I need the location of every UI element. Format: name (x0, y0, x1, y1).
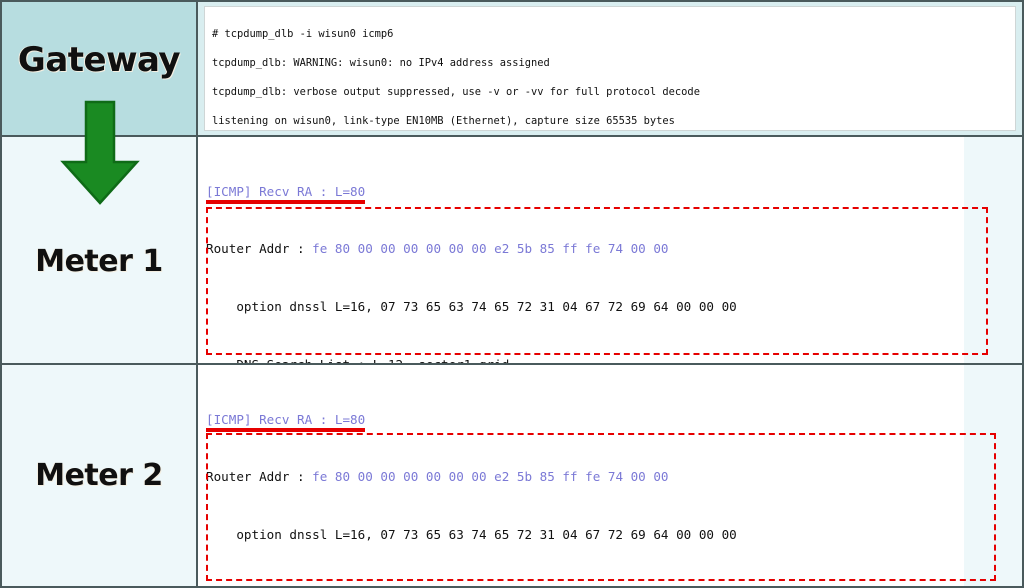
meter1-row: Meter 1 [ICMP] Recv RA : L=80 Router Add… (0, 137, 1024, 365)
meter2-label: Meter 2 (35, 458, 163, 493)
meter2-row: Meter 2 [ICMP] Recv RA : L=80 Router Add… (0, 365, 1024, 588)
meter2-icmp-header: [ICMP] Recv RA : L=80 (206, 410, 366, 433)
meter1-annotation-box (206, 207, 988, 355)
terminal-line: # tcpdump_dlb -i wisun0 icmp6 (212, 27, 394, 40)
meter1-router-addr-label: Router Addr : (206, 241, 313, 257)
meter1-router-addr-hex: fe 80 00 00 00 00 00 00 e2 5b 85 ff fe 7… (312, 241, 669, 257)
gateway-row: Gateway # tcpdump_dlb -i wisun0 icmp6 tc… (0, 0, 1024, 137)
meter1-dns-search-list: DNS Search List : L=12, secter1.grid (206, 355, 964, 363)
meter2-router-addr-line: Router Addr : fe 80 00 00 00 00 00 00 e2… (206, 467, 964, 486)
terminal-line: tcpdump_dlb: WARNING: wisun0: no IPv4 ad… (212, 56, 550, 69)
gateway-content-cell: # tcpdump_dlb -i wisun0 icmp6 tcpdump_dl… (198, 2, 1022, 135)
terminal-line: listening on wisun0, link-type EN10MB (E… (212, 115, 675, 128)
meter2-router-addr-hex: fe 80 00 00 00 00 00 00 e2 5b 85 ff fe 7… (312, 469, 669, 485)
wisun-dns-autoconf-figure: Gateway # tcpdump_dlb -i wisun0 icmp6 tc… (0, 0, 1024, 588)
meter2-console: [ICMP] Recv RA : L=80 Router Addr : fe 8… (198, 365, 996, 586)
meter2-dns-search-list: DNS Search List : L=12, secter1.grid (206, 583, 964, 586)
meter1-icmp-header: [ICMP] Recv RA : L=80 (206, 182, 366, 205)
gateway-label-cell: Gateway (2, 2, 198, 135)
gateway-label: Gateway (17, 39, 181, 80)
meter2-label-cell: Meter 2 (2, 365, 198, 586)
meter1-option-dnssl: option dnssl L=16, 07 73 65 63 74 65 72 … (206, 299, 737, 315)
meter2-icmp-header-line: [ICMP] Recv RA : L=80 (206, 410, 964, 433)
meter1-router-addr-line: Router Addr : fe 80 00 00 00 00 00 00 e2… (206, 239, 964, 258)
meter1-label: Meter 1 (35, 243, 163, 279)
gateway-terminal: # tcpdump_dlb -i wisun0 icmp6 tcpdump_dl… (204, 6, 1016, 131)
terminal-line: tcpdump_dlb: verbose output suppressed, … (212, 85, 700, 98)
meter1-label-cell: Meter 1 (2, 137, 198, 363)
meter2-content-cell: [ICMP] Recv RA : L=80 Router Addr : fe 8… (198, 365, 1022, 586)
meter1-content-cell: [ICMP] Recv RA : L=80 Router Addr : fe 8… (198, 137, 1022, 363)
meter1-console: [ICMP] Recv RA : L=80 Router Addr : fe 8… (198, 137, 988, 363)
meter2-router-addr-label: Router Addr : (206, 469, 313, 485)
meter2-option-dnssl: option dnssl L=16, 07 73 65 63 74 65 72 … (206, 527, 737, 543)
meter1-icmp-header-line: [ICMP] Recv RA : L=80 (206, 182, 964, 205)
meter2-annotation-box (206, 433, 996, 581)
